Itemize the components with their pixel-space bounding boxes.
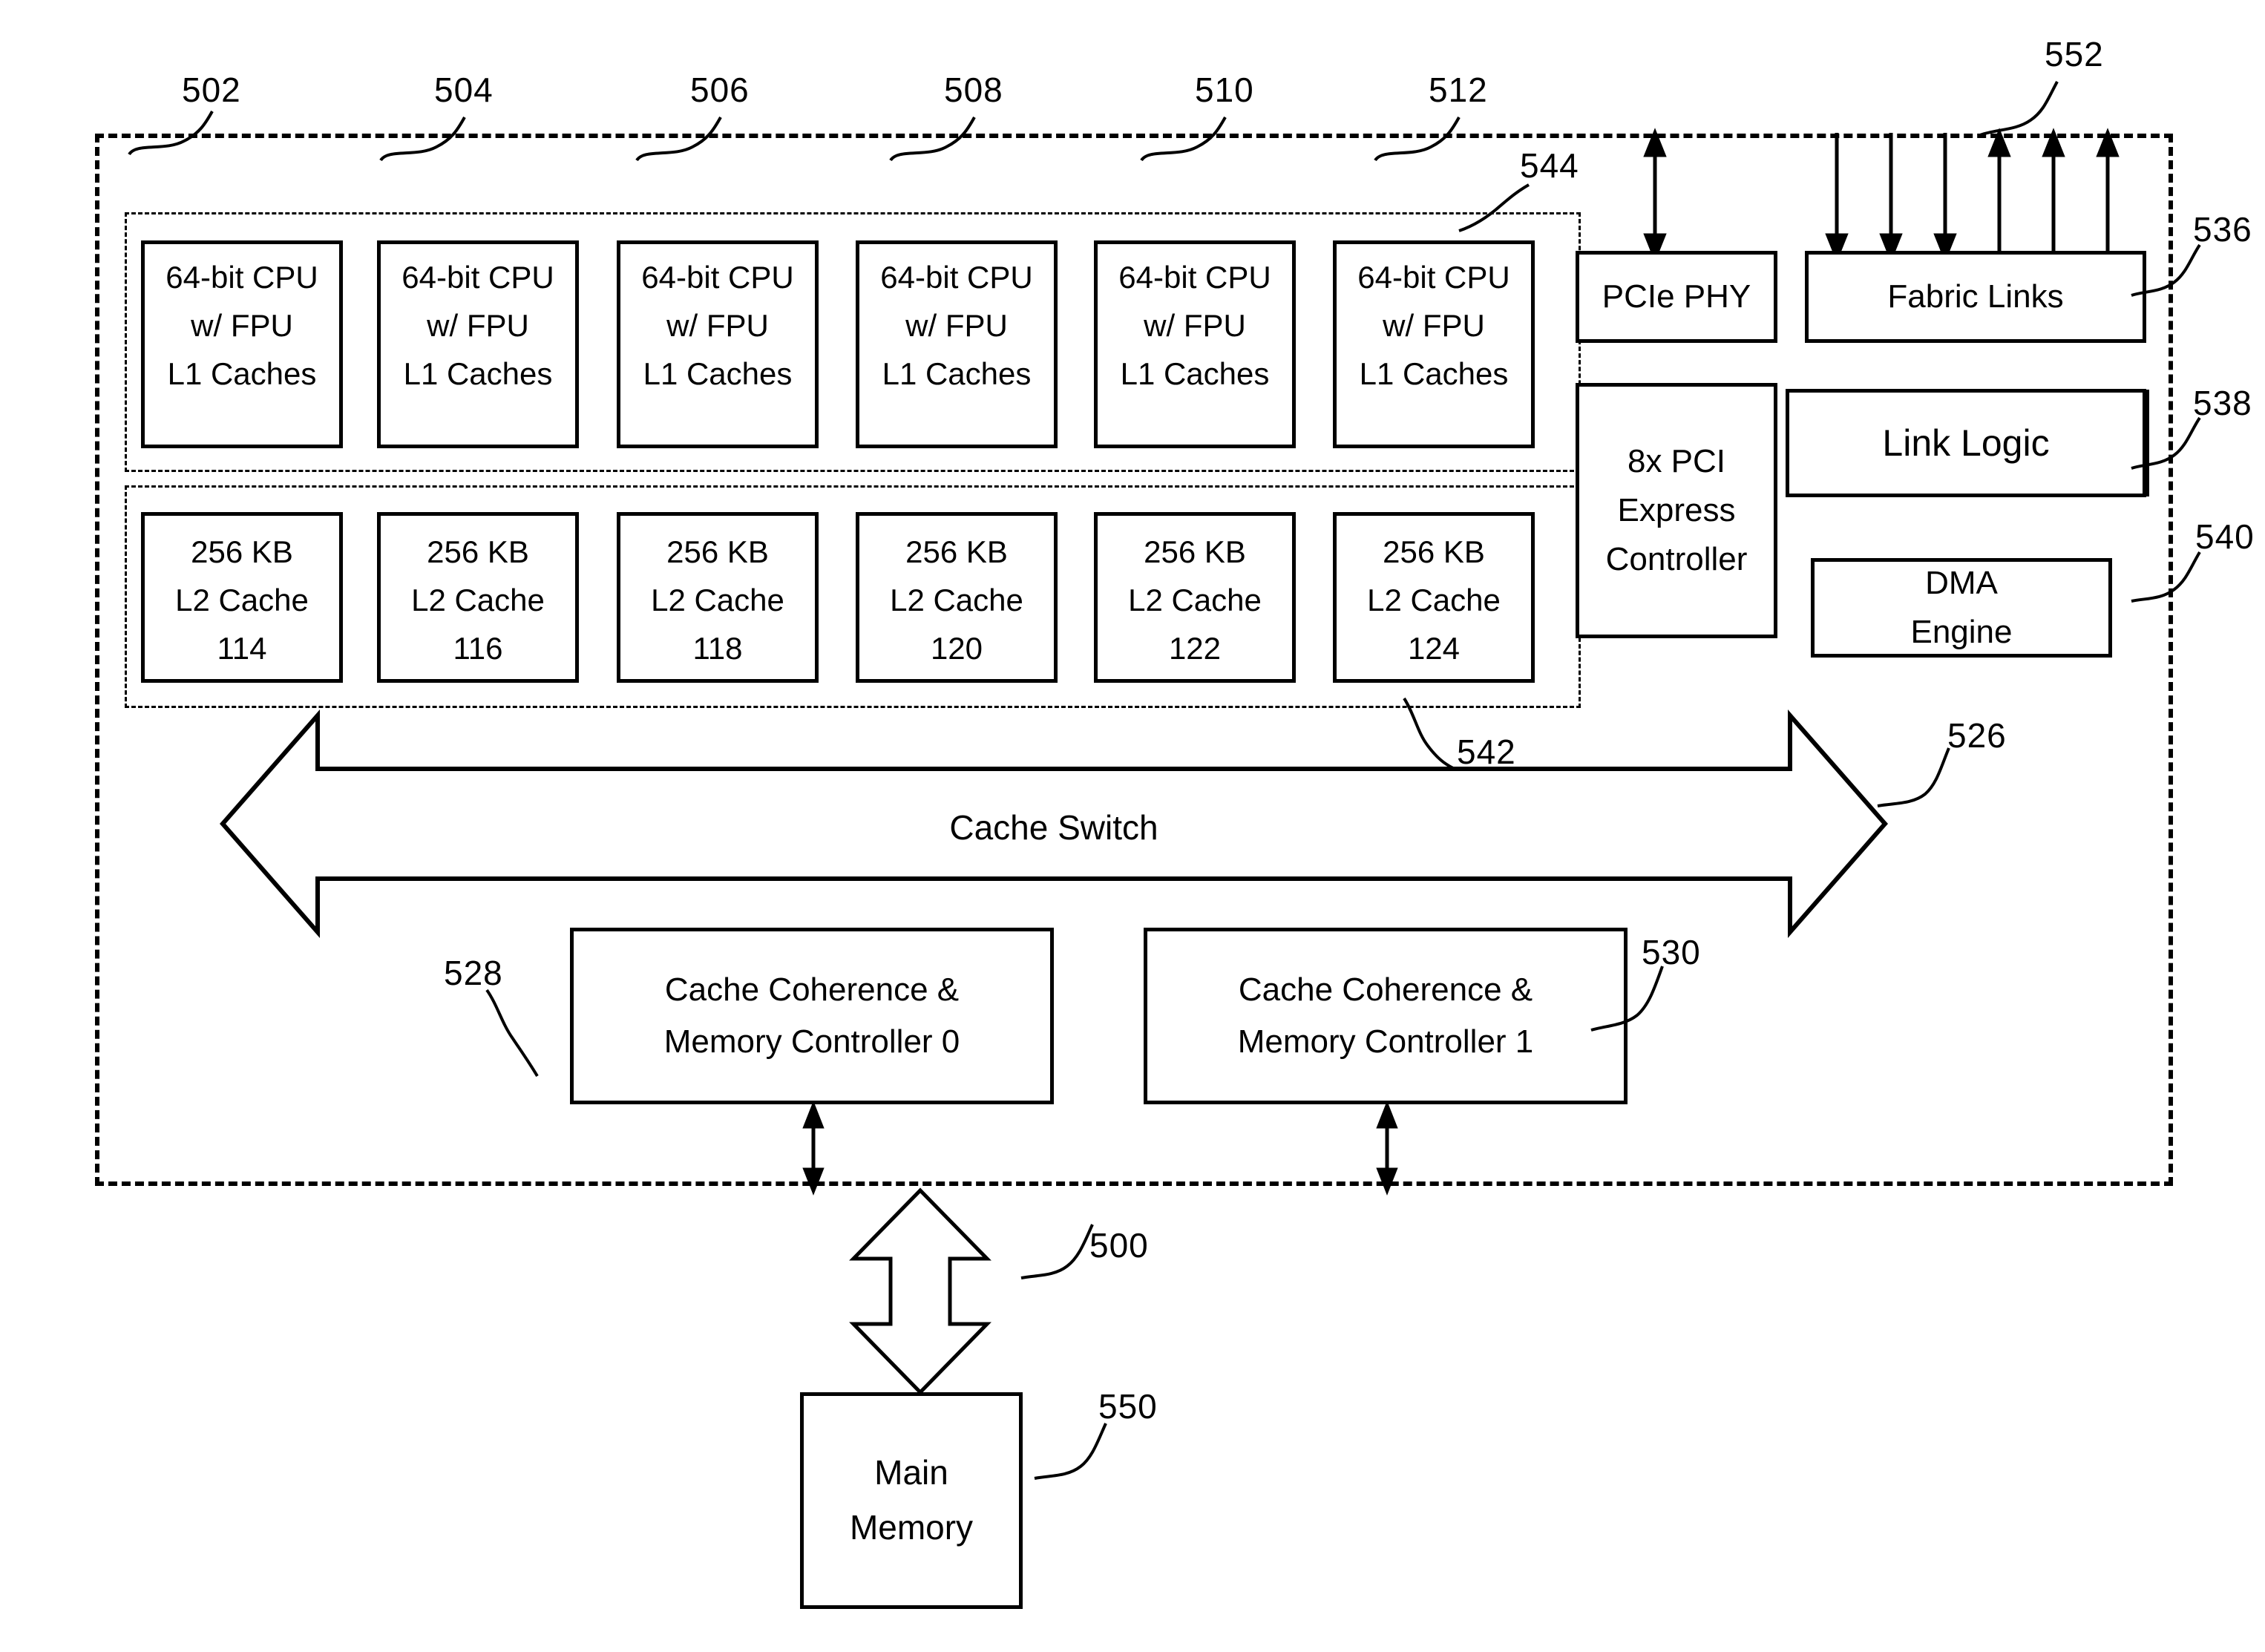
cpu-line-3: L1 Caches	[1120, 356, 1270, 392]
cpu-line-1: 64-bit CPU	[165, 260, 318, 295]
cache-switch-label: Cache Switch	[949, 808, 1158, 847]
ref-538-leader	[2131, 416, 2201, 470]
l2-size: 256 KB	[191, 534, 293, 569]
cpu-line-3: L1 Caches	[167, 356, 317, 392]
cpu-line-2: w/ FPU	[427, 308, 529, 344]
l2-cache-block-116[interactable]: 256 KB L2 Cache 116	[377, 512, 579, 683]
cpu-line-2: w/ FPU	[191, 308, 293, 344]
dma-line-2: Engine	[1910, 614, 2013, 650]
main-memory-bidirectional-arrow	[849, 1187, 991, 1395]
cpu-line-3: L1 Caches	[643, 356, 793, 392]
cpu-block-502[interactable]: 64-bit CPU w/ FPU L1 Caches	[141, 240, 343, 448]
main-memory-line-1: Main	[874, 1453, 948, 1492]
l2-ref: 118	[692, 631, 743, 666]
l2-size: 256 KB	[427, 534, 529, 569]
ref-526-leader	[1877, 747, 1950, 807]
memory-controller-0-block[interactable]: Cache Coherence & Memory Controller 0	[570, 928, 1054, 1104]
cpu-block-508[interactable]: 64-bit CPU w/ FPU L1 Caches	[856, 240, 1058, 448]
cpu-line-1: 64-bit CPU	[401, 260, 554, 295]
cpu-block-512[interactable]: 64-bit CPU w/ FPU L1 Caches	[1333, 240, 1535, 448]
l2-cache-block-124[interactable]: 256 KB L2 Cache 124	[1333, 512, 1535, 683]
cpu-line-1: 64-bit CPU	[1357, 260, 1510, 295]
dma-line-1: DMA	[1925, 565, 1998, 601]
mc1-line-1: Cache Coherence &	[1238, 971, 1533, 1008]
mc0-line-1: Cache Coherence &	[664, 971, 960, 1008]
fabric-links-arrows	[1825, 128, 2120, 263]
l2-cache-block-120[interactable]: 256 KB L2 Cache 120	[856, 512, 1058, 683]
cpu-line-1: 64-bit CPU	[880, 260, 1033, 295]
ref-550-leader	[1034, 1423, 1107, 1480]
pcie-phy-label: PCIe PHY	[1602, 278, 1751, 315]
l2-size: 256 KB	[666, 534, 769, 569]
l2-ref: 120	[930, 631, 983, 666]
ref-500-leader	[1020, 1224, 1094, 1279]
cpu-block-510[interactable]: 64-bit CPU w/ FPU L1 Caches	[1094, 240, 1296, 448]
pcie-phy-arrow	[1643, 128, 1667, 263]
l2-name: L2 Cache	[1367, 583, 1501, 618]
memory-controller-1-block[interactable]: Cache Coherence & Memory Controller 1	[1144, 928, 1628, 1104]
mc0-memory-arrow	[802, 1101, 825, 1196]
l2-size: 256 KB	[905, 534, 1008, 569]
l2-name: L2 Cache	[175, 583, 309, 618]
l2-ref: 124	[1407, 631, 1461, 666]
ref-536-leader	[2131, 243, 2201, 297]
dma-engine-block[interactable]: DMA Engine	[1811, 558, 2112, 658]
cpu-line-2: w/ FPU	[1144, 308, 1246, 344]
l2-ref: 122	[1168, 631, 1222, 666]
cpu-line-2: w/ FPU	[905, 308, 1008, 344]
fabric-links-block[interactable]: Fabric Links	[1805, 251, 2146, 343]
l2-cache-block-118[interactable]: 256 KB L2 Cache 118	[617, 512, 819, 683]
main-memory-block[interactable]: Main Memory	[800, 1392, 1023, 1609]
link-logic-block[interactable]: Link Logic	[1786, 389, 2146, 497]
cpu-line-3: L1 Caches	[882, 356, 1032, 392]
main-memory-line-2: Memory	[849, 1508, 974, 1547]
link-logic-label: Link Logic	[1882, 422, 2050, 464]
l2-cache-block-114[interactable]: 256 KB L2 Cache 114	[141, 512, 343, 683]
cpu-line-2: w/ FPU	[1383, 308, 1485, 344]
fabric-links-label: Fabric Links	[1887, 278, 2064, 315]
l2-name: L2 Cache	[1128, 583, 1262, 618]
cpu-block-504[interactable]: 64-bit CPU w/ FPU L1 Caches	[377, 240, 579, 448]
cpu-line-3: L1 Caches	[403, 356, 553, 392]
cpu-line-1: 64-bit CPU	[641, 260, 794, 295]
ref-528-leader	[485, 989, 539, 1078]
l2-cache-block-122[interactable]: 256 KB L2 Cache 122	[1094, 512, 1296, 683]
cpu-line-3: L1 Caches	[1359, 356, 1509, 392]
l2-size: 256 KB	[1383, 534, 1485, 569]
l2-name: L2 Cache	[890, 583, 1023, 618]
pcie-phy-block[interactable]: PCIe PHY	[1576, 251, 1777, 343]
ref-530-leader	[1590, 966, 1664, 1032]
pci-express-controller-block[interactable]: 8x PCI Express Controller	[1576, 383, 1777, 638]
l2-ref: 114	[217, 631, 267, 666]
patent-figure-canvas: 502 504 506 508 510 512 544 552 64-bit C…	[0, 0, 2265, 1652]
pci-ctrl-line-1: 8x PCI	[1627, 443, 1726, 479]
mc1-memory-arrow	[1376, 1101, 1398, 1196]
l2-name: L2 Cache	[651, 583, 784, 618]
pci-ctrl-line-2: Express	[1617, 492, 1736, 528]
cpu-line-1: 64-bit CPU	[1118, 260, 1271, 295]
mc1-line-2: Memory Controller 1	[1237, 1023, 1534, 1060]
l2-name: L2 Cache	[411, 583, 545, 618]
pci-ctrl-line-3: Controller	[1605, 541, 1748, 577]
cpu-line-2: w/ FPU	[666, 308, 769, 344]
cpu-block-506[interactable]: 64-bit CPU w/ FPU L1 Caches	[617, 240, 819, 448]
l2-ref: 116	[453, 631, 503, 666]
ref-540-leader	[2131, 551, 2201, 603]
mc0-line-2: Memory Controller 0	[663, 1023, 960, 1060]
ref-label-528: 528	[444, 954, 503, 992]
l2-size: 256 KB	[1144, 534, 1246, 569]
